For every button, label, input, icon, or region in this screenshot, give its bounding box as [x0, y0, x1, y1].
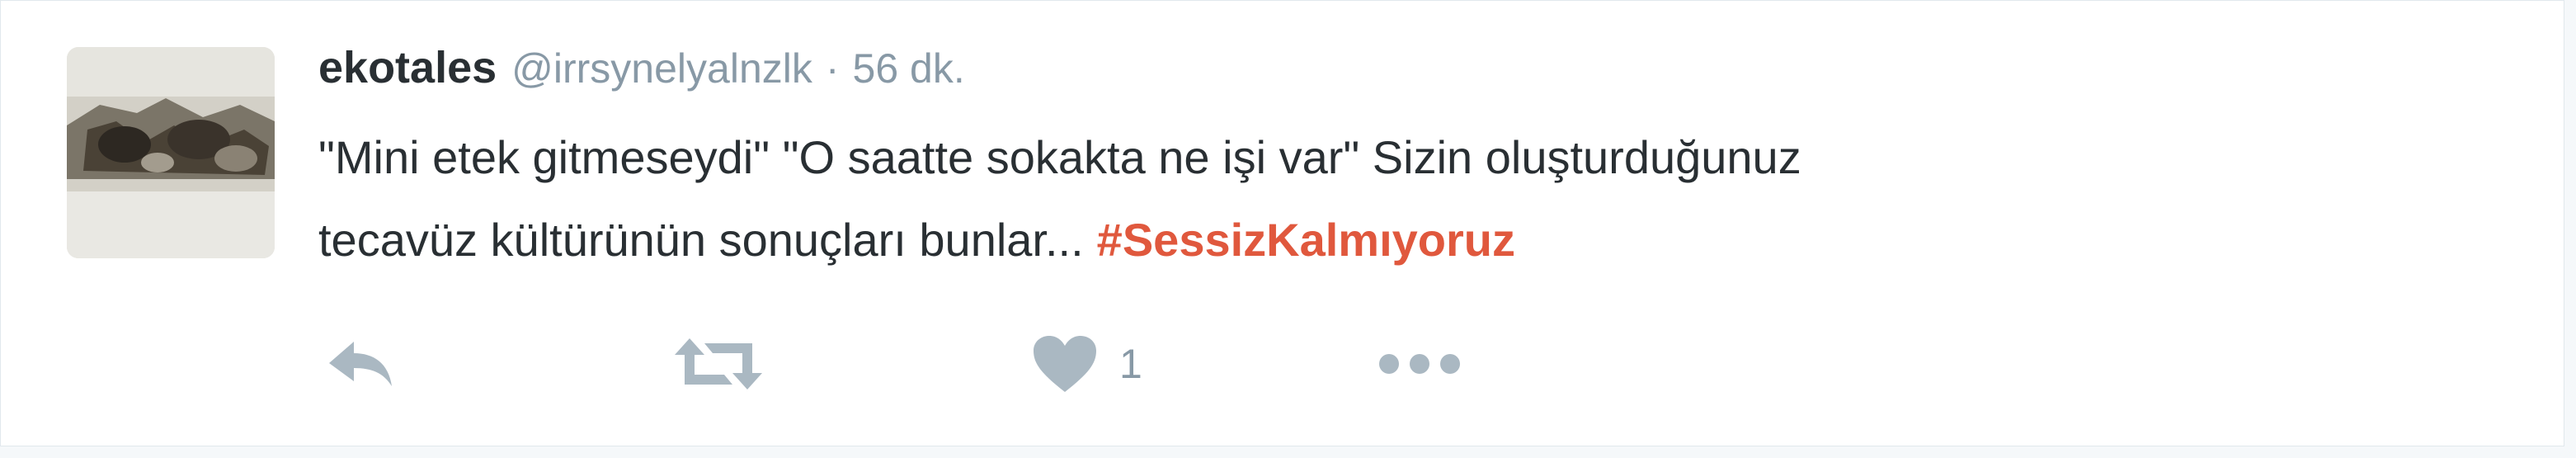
author-fullname[interactable]: ekotales — [318, 42, 497, 93]
retweet-button[interactable] — [673, 327, 764, 401]
tweet-content: ekotales @irrsynelyalnzlk · 56 dk. "Mini… — [318, 42, 2504, 281]
tweet-text-line-2: tecavüz kültürünün sonuçları bunlar... #S… — [318, 199, 2504, 281]
retweet-icon — [675, 338, 762, 390]
like-button[interactable]: 1 — [1032, 327, 1142, 401]
header-separator: · — [825, 45, 840, 92]
more-dots-icon — [1379, 354, 1460, 374]
like-count: 1 — [1119, 341, 1142, 387]
reply-icon — [329, 342, 392, 386]
more-button[interactable] — [1374, 327, 1465, 401]
tweet-timestamp[interactable]: 56 dk. — [853, 45, 965, 92]
tweet-card[interactable]: ekotales @irrsynelyalnzlk · 56 dk. "Mini… — [0, 0, 2564, 446]
heart-icon — [1034, 336, 1096, 392]
tweet-actions: 1 — [323, 327, 1560, 401]
tweet-text: "Mini etek gitmeseydi" "O saatte sokakta… — [318, 116, 2504, 281]
hashtag-link[interactable]: #SessizKalmıyoruz — [1097, 214, 1515, 266]
tweet-text-line-1: "Mini etek gitmeseydi" "O saatte sokakta… — [318, 131, 1801, 183]
avatar-image — [67, 47, 275, 258]
avatar[interactable] — [67, 47, 275, 258]
reply-button[interactable] — [323, 327, 397, 401]
tweet-text-line-2-body: tecavüz kültürünün sonuçları bunlar... — [318, 214, 1084, 266]
tweet-header: ekotales @irrsynelyalnzlk · 56 dk. — [318, 42, 2504, 102]
author-username[interactable]: @irrsynelyalnzlk — [511, 45, 812, 92]
